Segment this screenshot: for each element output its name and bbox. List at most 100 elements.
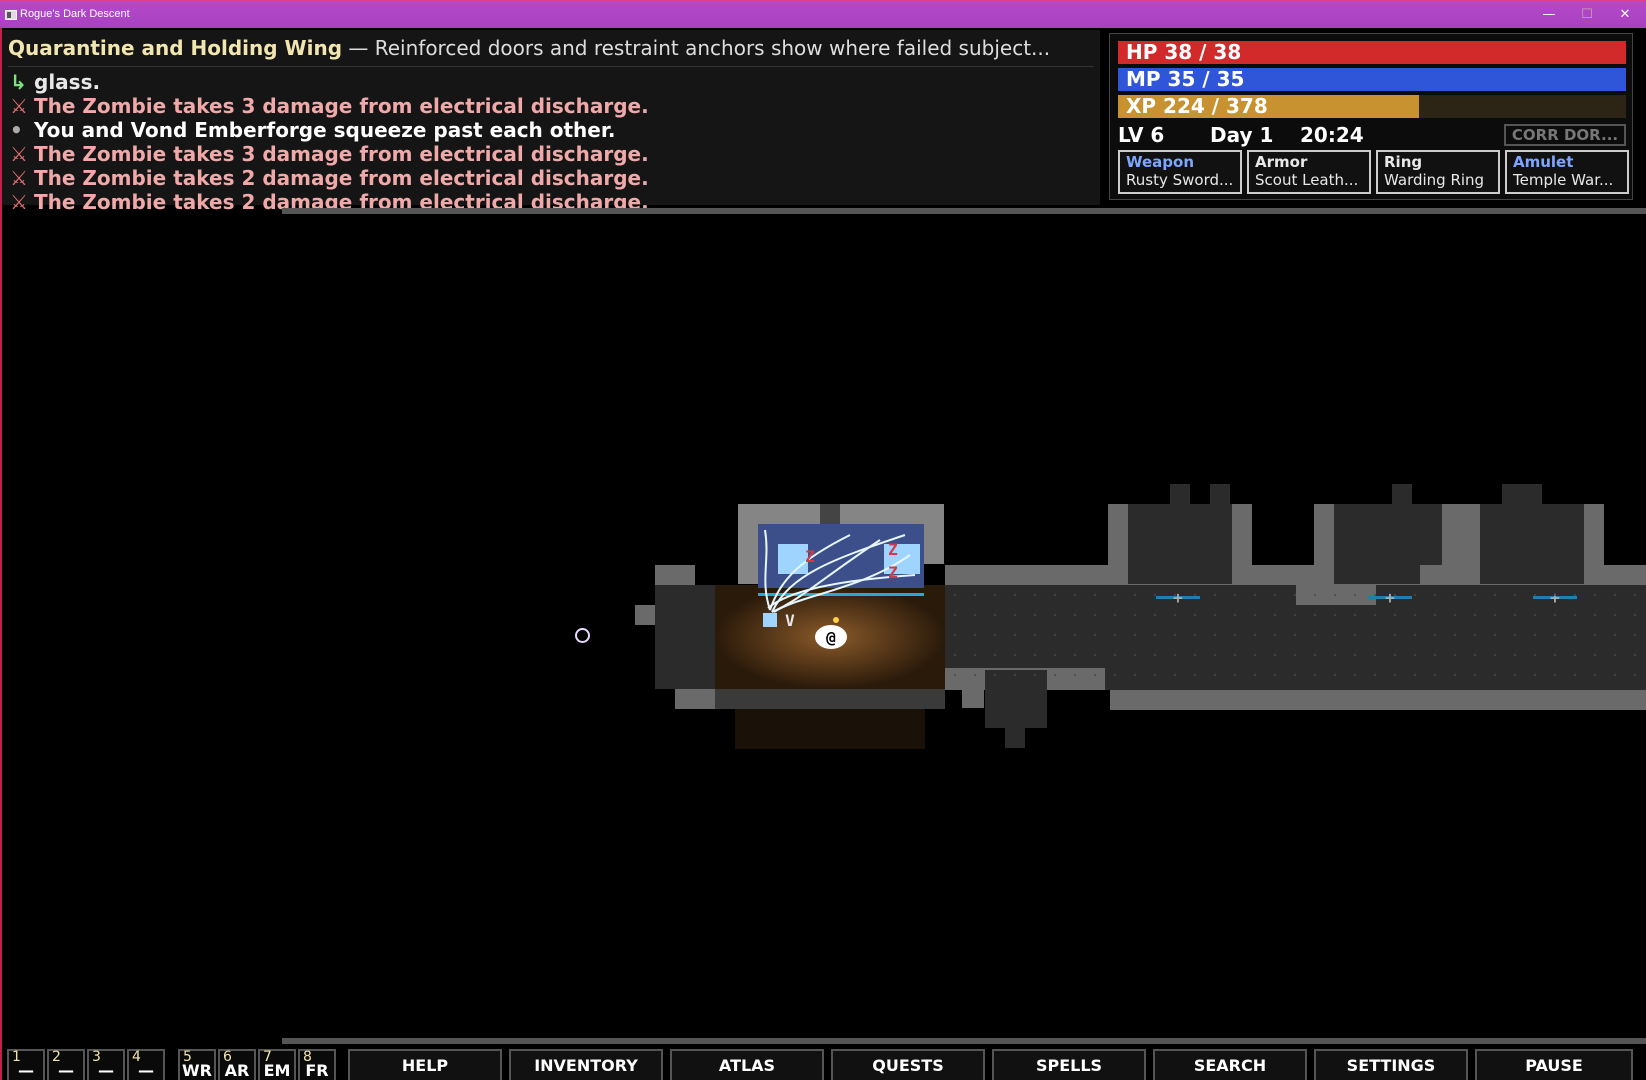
floor-dot (1534, 634, 1536, 636)
equip-slot-amulet[interactable]: Amulet Temple War... (1505, 150, 1629, 194)
floor-dot (1134, 614, 1136, 616)
floor-dot (1134, 594, 1136, 596)
floor-dot (1194, 654, 1196, 656)
dungeon-map[interactable]: ++++ZZZV@ (2, 214, 1646, 1038)
status-line: LV 6 Day 1 20:24 CORR DOR... (1118, 121, 1626, 149)
hotbar-slot-label: EM (263, 1061, 291, 1080)
floor-dot (1414, 654, 1416, 656)
equip-slot-weapon[interactable]: Weapon Rusty Sword... (1118, 150, 1242, 194)
chamber-wall (924, 524, 944, 564)
floor-dot (1614, 614, 1616, 616)
floor-dot (1254, 594, 1256, 596)
search-button[interactable]: SEARCH (1153, 1049, 1307, 1080)
equip-slot-armor[interactable]: Armor Scout Leath... (1247, 150, 1371, 194)
floor-dot (994, 614, 996, 616)
floor-dot (1274, 674, 1276, 676)
xp-label: XP 224 / 378 (1126, 94, 1268, 118)
floor-dot (1454, 594, 1456, 596)
day-label: Day 1 (1210, 123, 1274, 147)
combat-icon: ⚔ (10, 190, 28, 214)
hp-label: HP 38 / 38 (1126, 40, 1242, 64)
floor-dot (1474, 654, 1476, 656)
electric-tile (778, 544, 808, 574)
player-glyph: @ (826, 628, 836, 647)
floor-dot (1574, 594, 1576, 596)
floor-dot (1554, 654, 1556, 656)
equip-slot-label: Ring (1384, 153, 1423, 171)
hotbar-slot-label: — (18, 1061, 34, 1080)
hotbar-slot-5[interactable]: 5 WR (178, 1049, 216, 1080)
floor-dot (1214, 674, 1216, 676)
floor-dot (1394, 634, 1396, 636)
floor-dot (1474, 594, 1476, 596)
floor-dot (1014, 654, 1016, 656)
floor-dot (1354, 614, 1356, 616)
floor-dot (994, 674, 996, 676)
combat-icon: ⚔ (10, 94, 28, 118)
floor-dot (954, 594, 956, 596)
hotbar-slot-8[interactable]: 8 FR (298, 1049, 336, 1080)
floor-dot (1074, 614, 1076, 616)
zone-name: Quarantine and Holding Wing (8, 36, 343, 60)
hotbar-slot-7[interactable]: 7 EM (258, 1049, 296, 1080)
hotbar-slot-4[interactable]: 4— (127, 1049, 165, 1080)
zombie-glyph: Z (888, 540, 898, 559)
maximize-button[interactable]: ☐ (1572, 6, 1602, 24)
floor-dot (1134, 634, 1136, 636)
floor-dot (1614, 674, 1616, 676)
alcove-wall (1108, 504, 1128, 584)
floor-dot (1334, 594, 1336, 596)
location-button[interactable]: CORR DOR... (1504, 124, 1626, 146)
equip-item-name: Scout Leath... (1255, 171, 1359, 189)
floor-dot (1114, 674, 1116, 676)
spur-floor (985, 670, 1047, 728)
hotbar-slot-2[interactable]: 2— (47, 1049, 85, 1080)
hotbar-slot-6[interactable]: 6 AR (218, 1049, 256, 1080)
hotbar-slot-3[interactable]: 3— (87, 1049, 125, 1080)
floor-dot (1414, 674, 1416, 676)
close-button[interactable]: ✕ (1610, 6, 1640, 24)
hp-bar: HP 38 / 38 (1118, 41, 1626, 64)
help-button[interactable]: HELP (348, 1049, 502, 1080)
hotbar-slot-1[interactable]: 1— (7, 1049, 45, 1080)
floor-dot (1454, 654, 1456, 656)
spells-button[interactable]: SPELLS (992, 1049, 1146, 1080)
floor-dot (1354, 654, 1356, 656)
floor-dot (1174, 654, 1176, 656)
log-text: glass. (34, 70, 101, 94)
floor-dot (1394, 594, 1396, 596)
floor-dot (1574, 674, 1576, 676)
floor-dot (994, 654, 996, 656)
floor-dot (1194, 594, 1196, 596)
floor-dot (1334, 634, 1336, 636)
settings-button[interactable]: SETTINGS (1314, 1049, 1468, 1080)
inventory-button[interactable]: INVENTORY (509, 1049, 663, 1080)
floor-dot (1214, 634, 1216, 636)
log-line: • You and Vond Emberforge squeeze past ea… (10, 118, 649, 142)
quests-button[interactable]: QUESTS (831, 1049, 985, 1080)
floor-dot (1334, 654, 1336, 656)
equip-slot-ring[interactable]: Ring Warding Ring (1376, 150, 1500, 194)
hotbar: 1—2—3—4— 5 WR 6 AR 7 EM 8 FR HELP INVENTORY ATLAS QU… (0, 1046, 1646, 1080)
chamber-wall (738, 504, 944, 524)
equip-slot-label: Weapon (1126, 153, 1195, 171)
lit-shadow (735, 709, 925, 749)
atlas-button[interactable]: ATLAS (670, 1049, 824, 1080)
floor-dot (1634, 614, 1636, 616)
floor-dot (1114, 654, 1116, 656)
floor-dot (1414, 634, 1416, 636)
floor-dot (1414, 594, 1416, 596)
floor-dot (1474, 614, 1476, 616)
floor-dot (1094, 654, 1096, 656)
pause-button[interactable]: PAUSE (1475, 1049, 1633, 1080)
rubble-wall (715, 689, 945, 709)
floor-dot (1374, 634, 1376, 636)
floor-dot (1334, 674, 1336, 676)
minimize-button[interactable]: — (1534, 6, 1564, 24)
floor-dot (1454, 614, 1456, 616)
floor-dot (1534, 654, 1536, 656)
hotbar-slot-label: — (138, 1061, 154, 1080)
floor-dot (1614, 654, 1616, 656)
floor-dot (1154, 674, 1156, 676)
chamber-wall (738, 524, 758, 584)
